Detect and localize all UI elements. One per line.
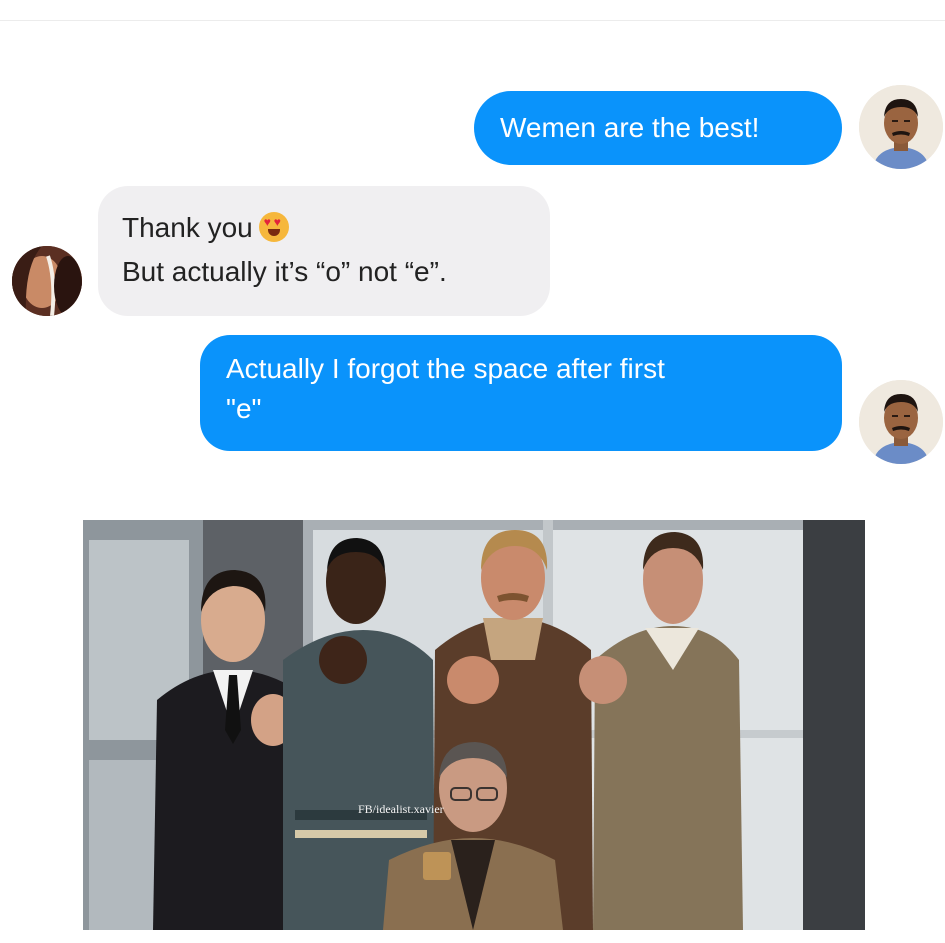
sent-message-bubble[interactable]: Actually I forgot the space after first …	[200, 335, 842, 451]
watermark-text: FB/idealist.xavier	[358, 802, 444, 816]
man-portrait-icon	[859, 380, 943, 464]
meme-photo[interactable]: FB/idealist.xavier	[83, 520, 865, 930]
received-message-bubble[interactable]: Thank you But actually it’s “o” not “e”.	[98, 186, 550, 316]
top-divider	[0, 20, 945, 21]
message-line-1: Thank you	[122, 206, 526, 250]
message-text: But actually it’s “o” not “e”.	[122, 256, 447, 287]
message-text: Thank you	[122, 212, 253, 243]
message-text: Wemen are the best!	[500, 112, 760, 143]
sender-avatar[interactable]	[859, 380, 943, 464]
message-text: "e"	[226, 393, 262, 424]
message-text: Actually I forgot the space after first	[226, 353, 665, 384]
recipient-avatar[interactable]	[12, 246, 82, 316]
man-portrait-icon	[859, 85, 943, 169]
sent-message-bubble[interactable]: Wemen are the best!	[474, 91, 842, 165]
heart-eyes-emoji-icon	[258, 212, 289, 242]
clapping-men-image	[83, 520, 865, 930]
sender-avatar[interactable]	[859, 85, 943, 169]
woman-portrait-icon	[12, 246, 82, 316]
